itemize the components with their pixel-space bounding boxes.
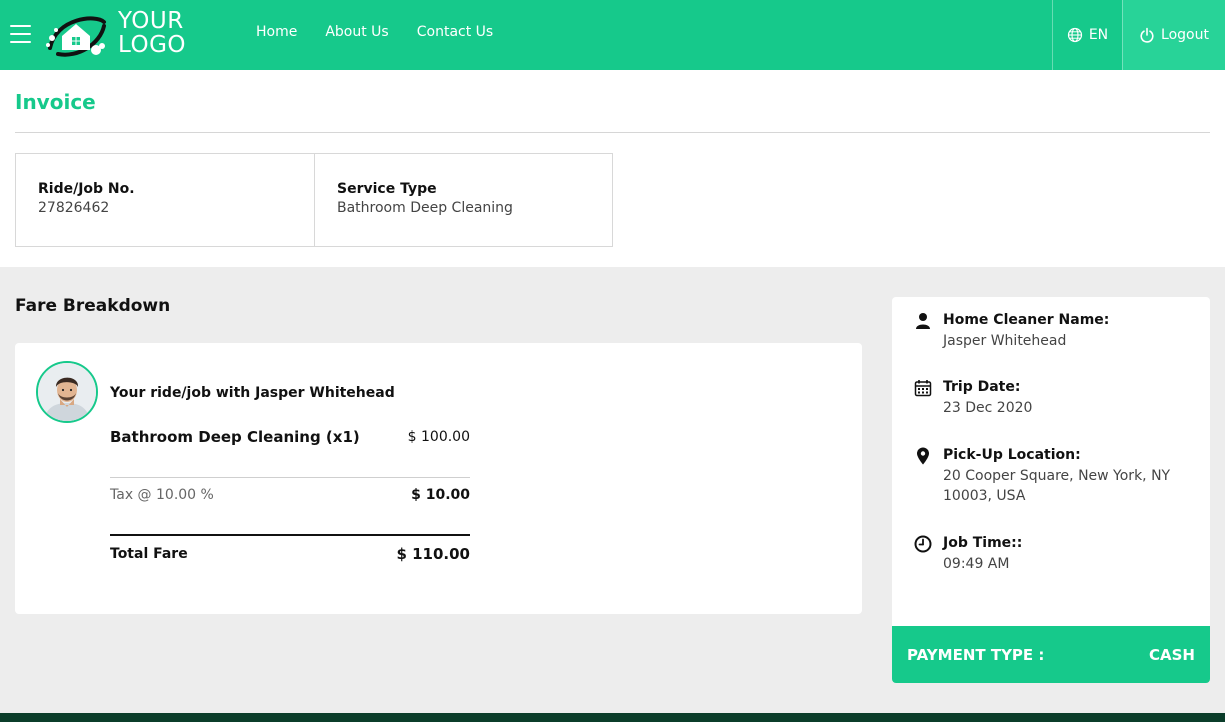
page-title: Invoice	[15, 90, 96, 114]
clock-icon	[914, 535, 932, 553]
pickup-location-item: Pick-Up Location: 20 Cooper Square, New …	[914, 447, 1194, 506]
total-label: Total Fare	[110, 546, 188, 562]
logo-line-1: YOUR	[118, 8, 184, 34]
total-row: Total Fare $ 110.00	[110, 545, 470, 563]
ride-job-value: 27826462	[38, 200, 110, 216]
payment-type-label: PAYMENT TYPE :	[907, 645, 1045, 664]
header-actions: EN Logout	[1052, 0, 1225, 70]
ride-job-cell: Ride/Job No. 27826462	[16, 154, 314, 246]
service-type-value: Bathroom Deep Cleaning	[337, 200, 513, 216]
user-icon	[916, 313, 930, 329]
payment-type-value: CASH	[1149, 645, 1195, 664]
cleaner-name-value: Jasper Whitehead	[943, 333, 1067, 349]
service-type-label: Service Type	[337, 181, 437, 197]
globe-icon	[1067, 27, 1082, 43]
logo-house-icon	[46, 16, 106, 57]
nav-contact-us[interactable]: Contact Us	[417, 24, 493, 40]
logo-line-2: LOGO	[118, 32, 187, 58]
calendar-icon	[914, 380, 932, 397]
logout-button[interactable]: Logout	[1122, 0, 1225, 70]
main-nav: Home About Us Contact Us	[256, 24, 493, 40]
trip-date-item: Trip Date: 23 Dec 2020	[914, 379, 1194, 418]
job-time-value: 09:49 AM	[943, 556, 1010, 572]
fare-breakdown-title: Fare Breakdown	[15, 296, 171, 316]
payment-type-bar: PAYMENT TYPE : CASH	[892, 626, 1210, 683]
trip-details-card: Home Cleaner Name: Jasper Whitehead Trip…	[892, 297, 1210, 683]
hamburger-menu-icon[interactable]	[10, 25, 31, 43]
tax-row: Tax @ 10.00 % $ 10.00	[110, 487, 470, 503]
person-photo	[38, 363, 96, 421]
nav-about-us[interactable]: About Us	[325, 24, 388, 40]
job-time-item: Job Time:: 09:49 AM	[914, 535, 1194, 574]
cleaner-name-item: Home Cleaner Name: Jasper Whitehead	[914, 312, 1194, 351]
nav-home[interactable]: Home	[256, 24, 297, 40]
total-divider	[110, 534, 470, 536]
language-label: EN	[1088, 27, 1109, 43]
fare-breakdown-card: Your ride/job with Jasper Whitehead Bath…	[15, 343, 862, 614]
invoice-info-box: Ride/Job No. 27826462 Service Type Bathr…	[15, 153, 613, 247]
top-navbar: YOUR LOGO Home About Us Contact Us EN Lo…	[0, 0, 1225, 70]
pickup-location-value: 20 Cooper Square, New York, NY 10003, US…	[943, 468, 1171, 504]
language-selector[interactable]: EN	[1052, 0, 1122, 70]
line-divider	[110, 477, 470, 478]
logout-label: Logout	[1161, 27, 1209, 43]
service-line-label: Bathroom Deep Cleaning (x1)	[110, 428, 360, 446]
cleaner-avatar	[36, 361, 98, 423]
service-line-amount: $ 100.00	[407, 429, 470, 445]
job-time-label: Job Time::	[943, 535, 1023, 551]
title-divider	[15, 132, 1210, 133]
pickup-location-label: Pick-Up Location:	[943, 447, 1081, 463]
page-footer	[0, 713, 1225, 722]
trip-date-label: Trip Date:	[943, 379, 1021, 395]
trip-date-value: 23 Dec 2020	[943, 400, 1033, 416]
ride-job-label: Ride/Job No.	[38, 181, 135, 197]
tax-label: Tax @ 10.00 %	[110, 487, 214, 503]
total-amount: $ 110.00	[396, 545, 470, 563]
logo-text[interactable]: YOUR LOGO	[118, 9, 186, 57]
service-type-cell: Service Type Bathroom Deep Cleaning	[314, 154, 612, 246]
invoice-section: Invoice Ride/Job No. 27826462 Service Ty…	[0, 70, 1225, 267]
map-pin-icon	[917, 447, 929, 465]
ride-with-text: Your ride/job with Jasper Whitehead	[110, 385, 395, 401]
service-line-row: Bathroom Deep Cleaning (x1) $ 100.00	[110, 428, 470, 446]
power-icon	[1140, 27, 1154, 43]
tax-amount: $ 10.00	[411, 487, 470, 503]
cleaner-name-label: Home Cleaner Name:	[943, 312, 1110, 328]
